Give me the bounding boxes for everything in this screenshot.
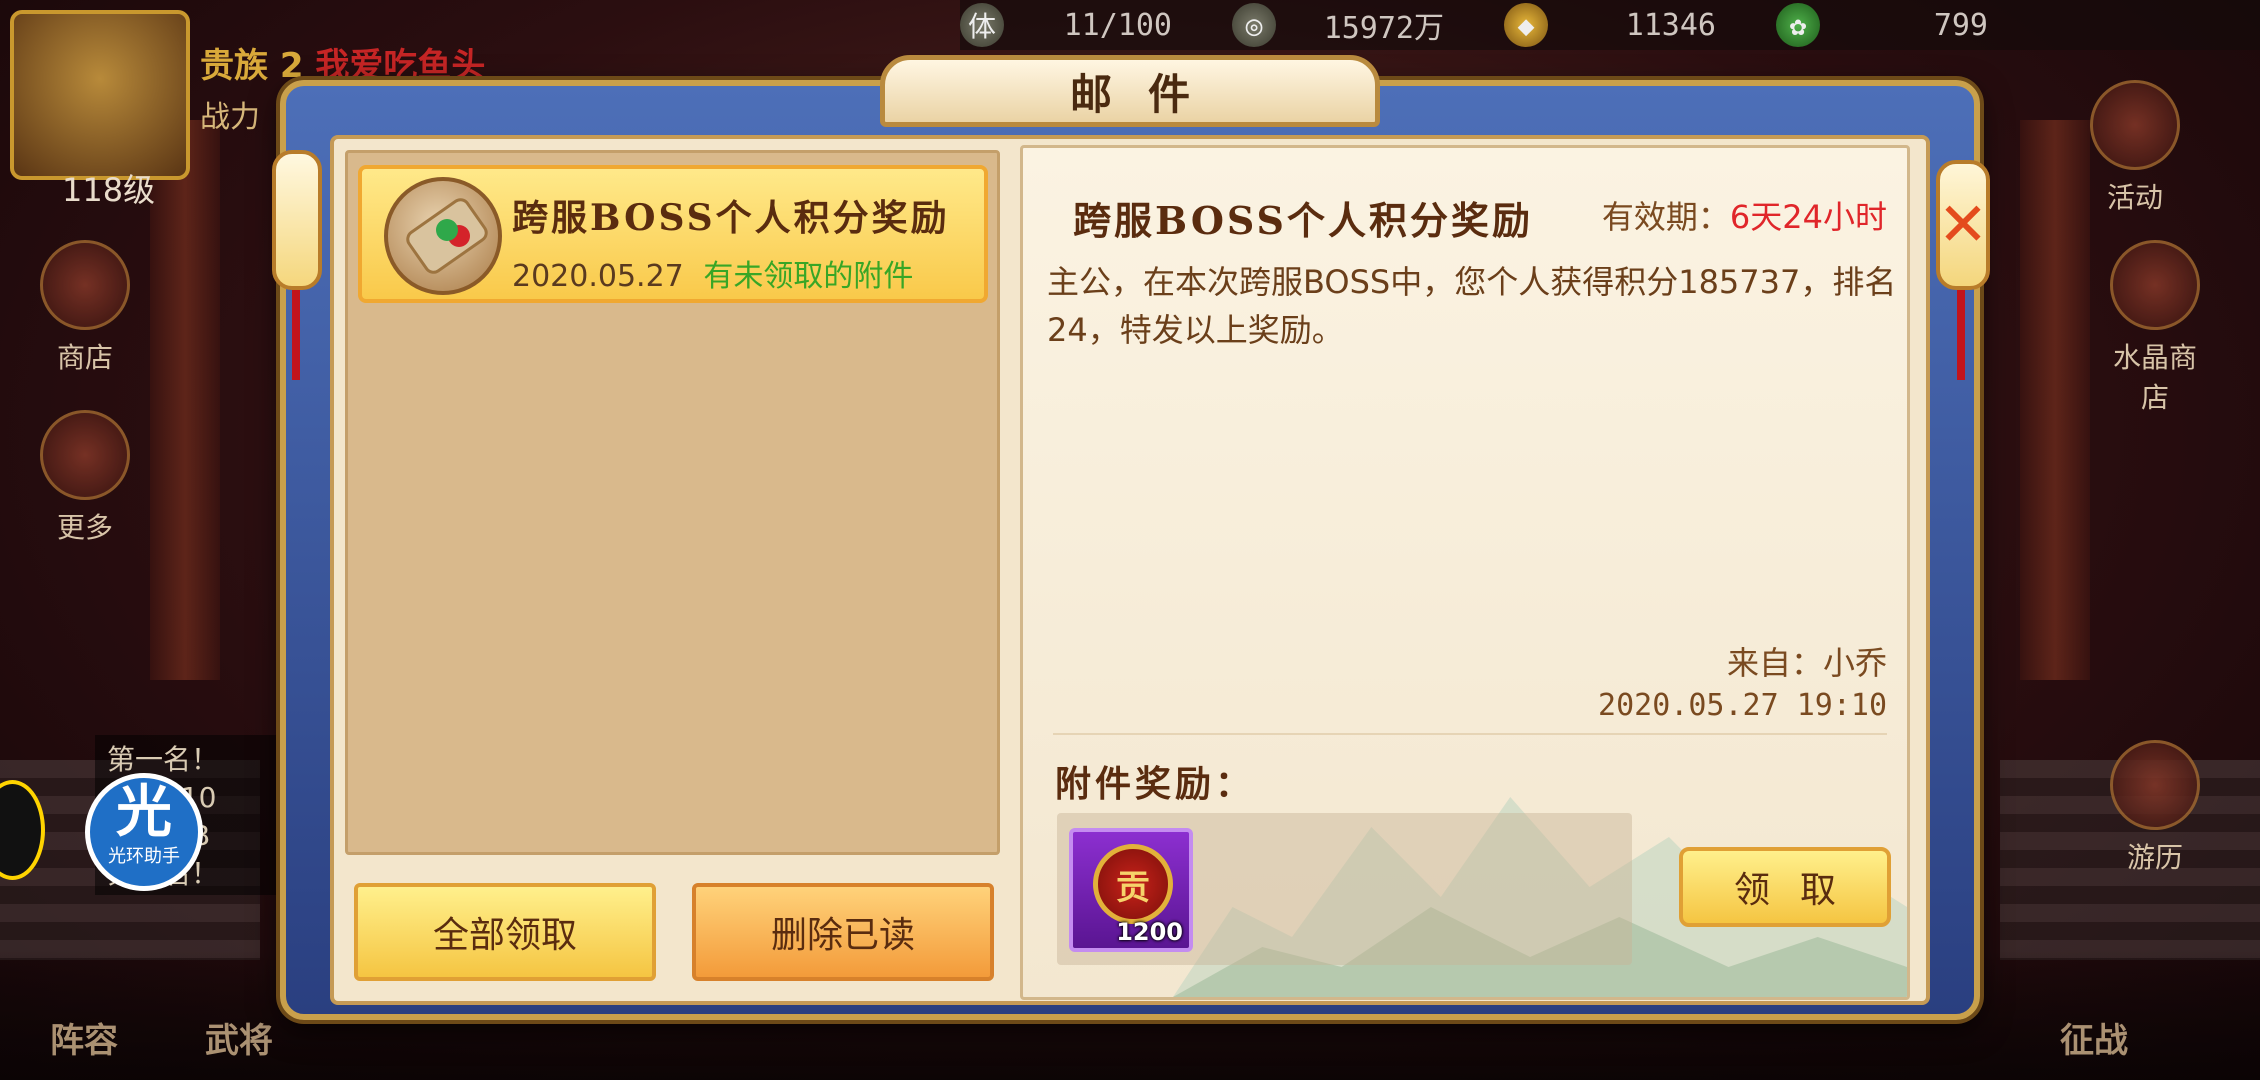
mail-item-date: 2020.05.27 xyxy=(512,259,684,294)
divider xyxy=(1053,733,1887,735)
shop-icon xyxy=(40,240,130,330)
plus-icon xyxy=(40,410,130,500)
mail-item-title: 跨服BOSS个人积分奖励 xyxy=(512,197,950,239)
activity-button[interactable]: 活动 xyxy=(2080,80,2190,216)
mail-item-status: 有未领取的附件 xyxy=(703,259,914,294)
tassel-decoration xyxy=(292,290,300,380)
scroll-icon xyxy=(384,177,502,295)
stamina-resource[interactable]: 体 11/100 xyxy=(960,3,1172,47)
silver-value: 15972万 xyxy=(1323,11,1444,46)
mail-detail-title: 跨服BOSS个人积分奖励 xyxy=(1073,198,1533,243)
crystal-icon xyxy=(2110,240,2200,330)
attachment-label: 附件奖励： xyxy=(1055,763,1256,805)
gold-value: 11346 xyxy=(1625,7,1716,43)
validity-value: 6天24小时 xyxy=(1729,198,1887,236)
activity-icon xyxy=(2090,80,2180,170)
delete-read-button[interactable]: 删除已读 xyxy=(692,883,994,981)
travel-button[interactable]: 游历 xyxy=(2100,740,2210,876)
vip-prefix: 贵族 2 xyxy=(200,46,304,86)
mail-body-text: 主公，在本次跨服BOSS中，您个人获得积分185737，排名24，特发以上奖励。 xyxy=(1047,263,1897,349)
mail-sent-time: 2020.05.27 19:10 xyxy=(1598,688,1887,723)
attachment-item[interactable]: 贡 1200 xyxy=(1069,828,1193,952)
helper-label: 光环助手 xyxy=(108,846,180,867)
dialog-title-plate: 邮件 xyxy=(880,55,1380,127)
nav-lineup[interactable]: 阵容 xyxy=(50,1013,118,1062)
contribution-medal-icon: 贡 xyxy=(1093,844,1173,924)
player-level: 118级 xyxy=(62,171,156,209)
validity: 有效期：6天24小时 xyxy=(1602,192,1887,238)
nav-campaign[interactable]: 征战 xyxy=(2060,1013,2128,1062)
mail-item-meta: 2020.05.27 有未领取的附件 xyxy=(512,251,913,295)
nav-generals[interactable]: 武将 xyxy=(205,1013,273,1062)
dialog-title: 邮件 xyxy=(1069,69,1226,119)
silver-resource[interactable]: ◎ 15972万 xyxy=(1232,3,1444,47)
resource-bar: 体 11/100 ◎ 15972万 ◆ 11346 ✿ 799 xyxy=(960,0,2260,50)
close-icon: ✕ xyxy=(1937,190,1989,260)
activity-label: 活动 xyxy=(2106,181,2163,214)
validity-label: 有效期： xyxy=(1601,198,1730,236)
travel-label: 游历 xyxy=(2126,841,2183,874)
halo-helper-button[interactable]: 光 光环助手 xyxy=(85,773,203,891)
more-button[interactable]: 更多 xyxy=(30,410,140,546)
close-button[interactable]: ✕ xyxy=(1936,160,1990,290)
gold-ingot-icon: ◆ xyxy=(1504,3,1548,47)
stamina-icon: 体 xyxy=(960,3,1004,47)
mail-list-item[interactable]: 跨服BOSS个人积分奖励 2020.05.27 有未领取的附件 xyxy=(358,165,988,303)
player-avatar[interactable] xyxy=(10,10,190,180)
jade-value: 799 xyxy=(1933,7,1988,43)
claim-all-button[interactable]: 全部领取 xyxy=(354,883,656,981)
jade-icon: ✿ xyxy=(1776,3,1820,47)
crystal-shop-button[interactable]: 水晶商店 xyxy=(2100,240,2210,416)
crystal-shop-label: 水晶商店 xyxy=(2112,341,2197,414)
power-label: 战力 xyxy=(200,100,260,135)
claim-button[interactable]: 领取 xyxy=(1679,847,1891,927)
helper-glyph: 光 xyxy=(116,780,172,845)
stamina-value: 11/100 xyxy=(1063,7,1172,43)
lantern-decoration-left xyxy=(272,150,322,290)
travel-icon xyxy=(2110,740,2200,830)
background-pillar xyxy=(150,120,220,680)
mail-sender: 来自：小乔 xyxy=(1726,644,1887,682)
shop-button[interactable]: 商店 xyxy=(30,240,140,376)
shop-label: 商店 xyxy=(56,341,113,374)
jade-resource[interactable]: ✿ 799 xyxy=(1776,3,1988,47)
gold-resource[interactable]: ◆ 11346 xyxy=(1504,3,1716,47)
tassel-decoration xyxy=(1957,290,1965,380)
coin-icon: ◎ xyxy=(1232,3,1276,47)
attachment-quantity: 1200 xyxy=(1116,918,1183,946)
more-label: 更多 xyxy=(56,511,113,544)
